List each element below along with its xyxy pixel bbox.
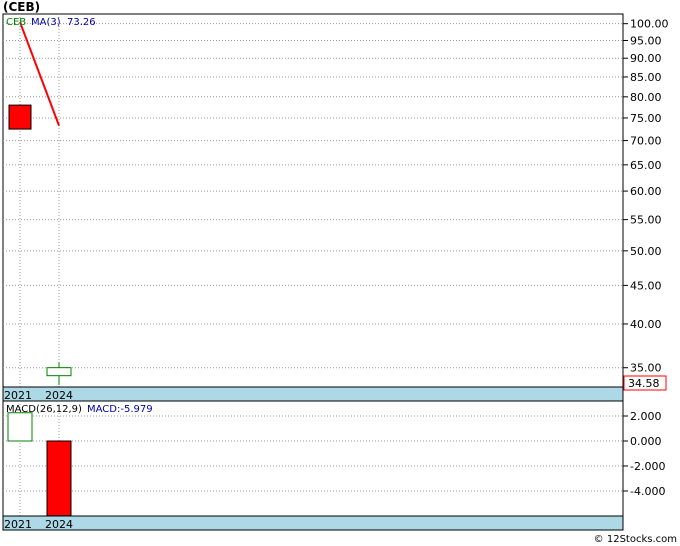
macd-bar-negative xyxy=(46,440,72,517)
macd-tick-label: -4.000 xyxy=(630,485,665,498)
price-tick-label: 95.00 xyxy=(630,34,662,47)
legend-ma-label: MA(3) xyxy=(31,17,61,28)
price-tick-label: 100.00 xyxy=(630,18,669,31)
price-tick-label: 40.00 xyxy=(630,318,662,331)
macd-tick-label: -2.000 xyxy=(630,460,665,473)
price-x-label: 2024 xyxy=(45,389,73,402)
price-tick-label: 90.00 xyxy=(630,52,662,65)
price-tick-label: 45.00 xyxy=(630,279,662,292)
price-axis-ticks: 100.00 95.00 90.00 85.00 80.00 75.00 70.00 65.0… xyxy=(623,18,669,375)
stock-chart: 100.00 95.00 90.00 85.00 80.00 75.00 70.00 65.0… xyxy=(2,13,669,531)
price-tick-label: 65.00 xyxy=(630,159,662,172)
macd-axis-ticks: 2.000 0.000 -2.000 -4.000 xyxy=(623,410,665,498)
price-tick-label: 85.00 xyxy=(630,71,662,84)
macd-tick-label: 2.000 xyxy=(630,410,662,423)
footer-credit: © 12Stocks.com xyxy=(593,534,677,545)
last-price-label: 34.58 xyxy=(628,377,660,390)
price-panel-frame xyxy=(2,13,624,388)
price-tick-label: 35.00 xyxy=(630,362,662,375)
macd-legend-label: MACD(26,12,9) xyxy=(6,404,82,415)
legend-symbol: CEB xyxy=(6,17,26,28)
chart-title: (CEB) xyxy=(3,0,41,14)
macd-tick-label: 0.000 xyxy=(630,435,662,448)
price-x-label: 2021 xyxy=(4,389,32,402)
macd-x-label: 2021 xyxy=(4,518,32,531)
price-tick-label: 75.00 xyxy=(630,112,662,125)
price-x-axis-band xyxy=(2,386,624,402)
macd-panel-frame xyxy=(2,400,624,517)
price-tick-label: 70.00 xyxy=(630,135,662,148)
macd-legend-value: MACD:-5.979 xyxy=(87,404,153,415)
legend-ma-value: 73.26 xyxy=(67,17,96,28)
candle-body-down xyxy=(8,104,32,130)
macd-x-label: 2024 xyxy=(45,518,73,531)
price-tick-label: 50.00 xyxy=(630,245,662,258)
price-tick-label: 55.00 xyxy=(630,214,662,227)
candle-body-up xyxy=(46,367,72,377)
macd-x-axis-band xyxy=(2,515,624,531)
price-tick-label: 60.00 xyxy=(630,185,662,198)
macd-bar-positive xyxy=(7,412,33,442)
price-tick-label: 80.00 xyxy=(630,91,662,104)
